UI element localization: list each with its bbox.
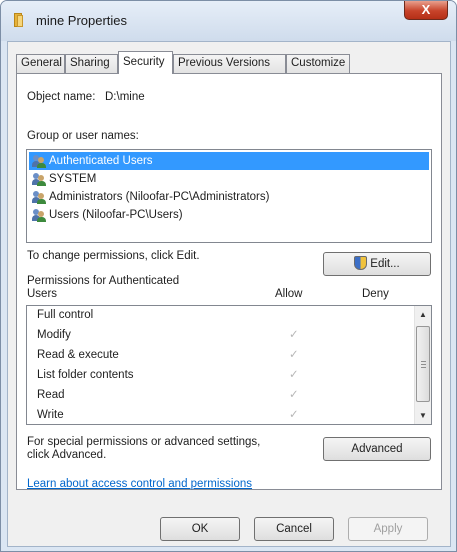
list-item-administrators[interactable]: Administrators (Niloofar-PC\Administrato… xyxy=(29,188,429,206)
users-icon xyxy=(32,154,46,168)
edit-button-label: Edit... xyxy=(370,258,400,270)
edit-button[interactable]: Edit... xyxy=(323,252,431,276)
perm-name: Full control xyxy=(37,309,94,321)
perm-name: List folder contents xyxy=(37,369,134,381)
change-permissions-text: To change permissions, click Edit. xyxy=(27,250,200,262)
list-item-system[interactable]: SYSTEM xyxy=(29,170,429,188)
window-title: mine Properties xyxy=(36,13,128,28)
tab-previous-versions[interactable]: Previous Versions xyxy=(173,54,286,73)
permissions-header: Permissions for Authenticated Users xyxy=(27,275,179,301)
tab-customize[interactable]: Customize xyxy=(286,54,350,73)
properties-window: mine Properties X General Sharing Securi… xyxy=(0,0,457,552)
perm-row-list-folder-contents: List folder contents ✓ xyxy=(37,365,387,385)
perm-name: Read & execute xyxy=(37,349,119,361)
special-permissions-text: For special permissions or advanced sett… xyxy=(27,436,260,462)
perm-name: Modify xyxy=(37,329,71,341)
advanced-button[interactable]: Advanced xyxy=(323,437,431,461)
ok-button[interactable]: OK xyxy=(160,517,240,541)
group-user-list[interactable]: Authenticated Users SYSTEM Administrator… xyxy=(26,149,432,243)
cancel-button[interactable]: Cancel xyxy=(254,517,334,541)
shield-icon xyxy=(354,256,368,270)
folder-icon xyxy=(14,13,30,27)
list-item-label: Authenticated Users xyxy=(49,155,153,167)
users-icon xyxy=(32,190,46,204)
permissions-scrollbar[interactable]: ▲ ▼ xyxy=(414,306,431,424)
permissions-list[interactable]: Full control Modify ✓ Read & execute ✓ L… xyxy=(26,305,432,425)
perm-name: Write xyxy=(37,409,64,421)
users-icon xyxy=(32,172,46,186)
list-item-users[interactable]: Users (Niloofar-PC\Users) xyxy=(29,206,429,224)
perm-row-modify: Modify ✓ xyxy=(37,325,387,345)
tab-sharing[interactable]: Sharing xyxy=(65,54,118,73)
perm-row-read-execute: Read & execute ✓ xyxy=(37,345,387,365)
perm-row-read: Read ✓ xyxy=(37,385,387,405)
title-bar[interactable]: mine Properties X xyxy=(1,1,456,41)
allow-column-header: Allow xyxy=(275,288,303,300)
permissions-header-line2: Users xyxy=(27,288,58,300)
scroll-down-arrow-icon[interactable]: ▼ xyxy=(415,407,431,424)
scroll-thumb[interactable] xyxy=(416,326,430,402)
group-names-label: Group or user names: xyxy=(27,130,139,142)
list-item-label: Administrators (Niloofar-PC\Administrato… xyxy=(49,191,270,203)
close-button[interactable]: X xyxy=(404,1,448,20)
list-item-authenticated-users[interactable]: Authenticated Users xyxy=(29,152,429,170)
apply-button[interactable]: Apply xyxy=(348,517,428,541)
list-item-label: Users (Niloofar-PC\Users) xyxy=(49,209,183,221)
perm-row-write: Write ✓ xyxy=(37,405,387,425)
object-name-label: Object name: xyxy=(27,91,96,103)
deny-column-header: Deny xyxy=(362,288,389,300)
perm-row-full-control: Full control xyxy=(37,305,387,325)
allow-check-icon: ✓ xyxy=(289,389,299,401)
tab-general[interactable]: General xyxy=(16,54,65,73)
permissions-header-line1: Permissions for Authenticated xyxy=(27,275,180,287)
security-panel: Object name: D:\mine Group or user names… xyxy=(16,73,442,490)
scroll-up-arrow-icon[interactable]: ▲ xyxy=(415,306,431,323)
list-item-label: SYSTEM xyxy=(49,173,97,185)
special-text-line1: For special permissions or advanced sett… xyxy=(27,436,261,448)
access-control-link[interactable]: Learn about access control and permissio… xyxy=(27,478,252,490)
allow-check-icon: ✓ xyxy=(289,409,299,421)
special-text-line2: click Advanced. xyxy=(27,449,107,461)
dialog-client: General Sharing Security Previous Versio… xyxy=(7,41,451,547)
allow-check-icon: ✓ xyxy=(289,369,299,381)
allow-check-icon: ✓ xyxy=(289,329,299,341)
allow-check-icon: ✓ xyxy=(289,349,299,361)
object-name-value: D:\mine xyxy=(105,91,145,103)
perm-name: Read xyxy=(37,389,65,401)
tab-security[interactable]: Security xyxy=(118,51,173,74)
users-icon xyxy=(32,208,46,222)
